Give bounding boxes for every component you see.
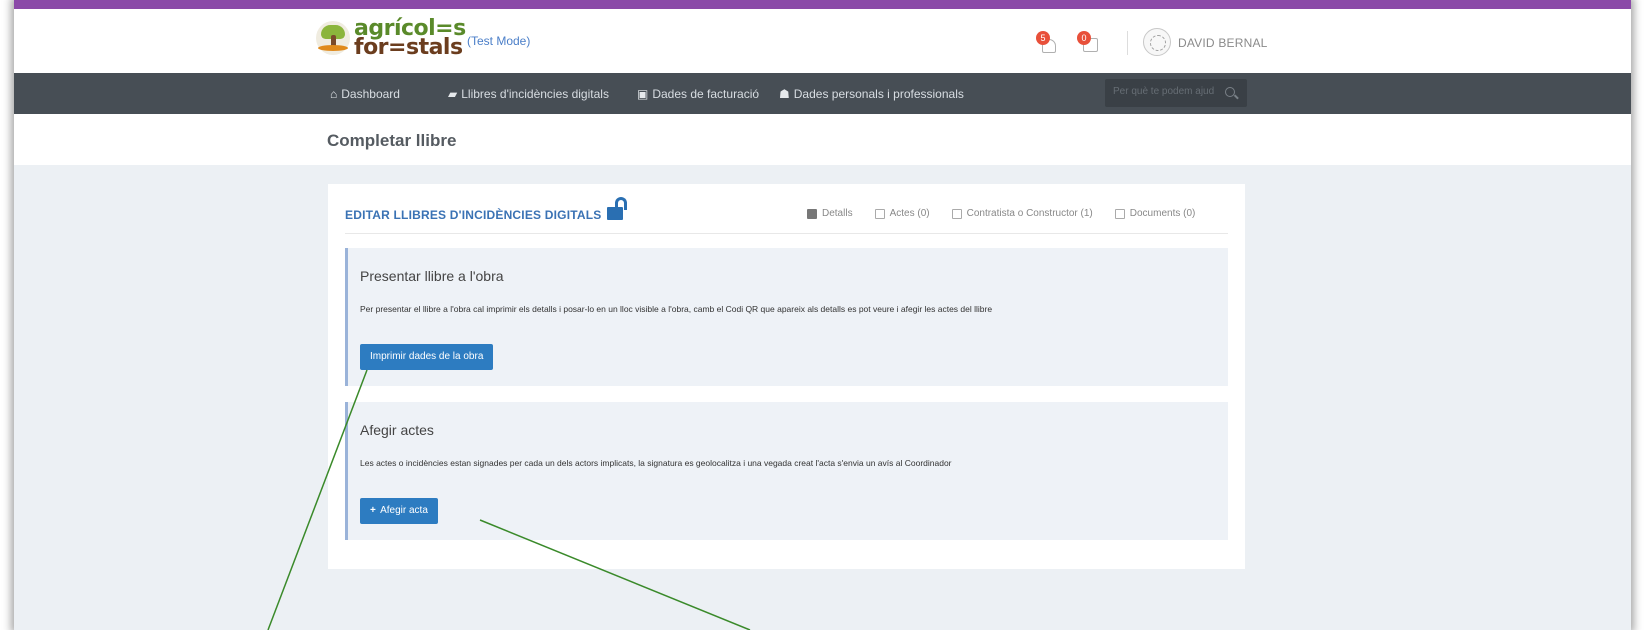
header: agrícol=s for=stals (Test Mode) 5 0 DAVI… bbox=[14, 9, 1631, 77]
tab-documents[interactable]: Documents (0) bbox=[1114, 208, 1195, 219]
calendar-badge: 0 bbox=[1077, 31, 1091, 45]
book-icon bbox=[807, 208, 817, 219]
search-input[interactable] bbox=[1113, 86, 1223, 97]
plus-icon: + bbox=[370, 505, 376, 516]
tree-logo-icon bbox=[316, 21, 350, 55]
id-card-icon bbox=[951, 208, 962, 219]
section-heading: Afegir actes bbox=[360, 422, 434, 438]
notifications-button[interactable]: 5 bbox=[1036, 31, 1060, 55]
present-book-panel: Presentar llibre a l'obra Per presentar … bbox=[345, 248, 1228, 386]
logo-text: agrícol=s for=stals bbox=[354, 18, 466, 60]
tab-contratista[interactable]: Contratista o Constructor (1) bbox=[951, 208, 1093, 219]
logo-line-2: for=stals bbox=[354, 35, 463, 60]
page-header: Completar llibre bbox=[14, 114, 1631, 165]
card-title: EDITAR LLIBRES D'INCIDÈNCIES DIGITALS bbox=[345, 208, 602, 222]
search-box bbox=[1105, 79, 1247, 107]
section-description: Les actes o incidències estan signades p… bbox=[360, 458, 952, 468]
header-divider bbox=[1127, 31, 1128, 55]
main-nav: ⌂ Dashboard ▰ Llibres d'incidències digita… bbox=[14, 73, 1631, 114]
user-name[interactable]: DAVID BERNAL bbox=[1178, 36, 1268, 50]
file-icon bbox=[874, 208, 885, 219]
search-icon[interactable] bbox=[1225, 87, 1235, 97]
app-window: agrícol=s for=stals (Test Mode) 5 0 DAVI… bbox=[14, 0, 1631, 630]
add-minute-button[interactable]: + Afegir acta bbox=[360, 498, 438, 524]
card-divider bbox=[345, 233, 1228, 234]
page-title: Completar llibre bbox=[327, 131, 457, 150]
add-minute-label: Afegir acta bbox=[380, 505, 428, 516]
nav-llibres[interactable]: ▰ Llibres d'incidències digitals bbox=[448, 87, 609, 101]
tab-detalls[interactable]: Detalls bbox=[807, 208, 853, 219]
home-icon: ⌂ bbox=[330, 87, 338, 101]
avatar[interactable] bbox=[1143, 28, 1171, 56]
edit-book-card: EDITAR LLIBRES D'INCIDÈNCIES DIGITALS De… bbox=[328, 184, 1245, 569]
nav-facturacio[interactable]: ▣ Dades de facturació bbox=[637, 87, 759, 101]
section-description: Per presentar el llibre a l'obra cal imp… bbox=[360, 304, 993, 314]
card-tabs: Detalls Actes (0) Contratista o Construc… bbox=[807, 208, 1217, 219]
print-work-data-button[interactable]: Imprimir dades de la obra bbox=[360, 344, 494, 370]
nav-dashboard[interactable]: ⌂ Dashboard bbox=[330, 87, 400, 101]
accent-bar bbox=[14, 0, 1631, 9]
calendar-button[interactable]: 0 bbox=[1077, 31, 1101, 55]
nav-dades-personals[interactable]: ☗ Dades personals i professionals bbox=[779, 87, 964, 101]
test-mode-label: (Test Mode) bbox=[467, 34, 531, 48]
logo[interactable]: agrícol=s for=stals bbox=[316, 18, 466, 60]
money-icon: ▣ bbox=[637, 87, 649, 101]
book-icon: ▰ bbox=[448, 87, 458, 101]
add-minutes-panel: Afegir actes Les actes o incidències est… bbox=[345, 402, 1228, 540]
section-heading: Presentar llibre a l'obra bbox=[360, 268, 504, 284]
users-icon: ☗ bbox=[779, 87, 790, 101]
tab-actes[interactable]: Actes (0) bbox=[874, 208, 930, 219]
notifications-badge: 5 bbox=[1036, 31, 1050, 45]
copy-icon bbox=[1114, 208, 1125, 219]
unlock-icon bbox=[607, 196, 629, 222]
